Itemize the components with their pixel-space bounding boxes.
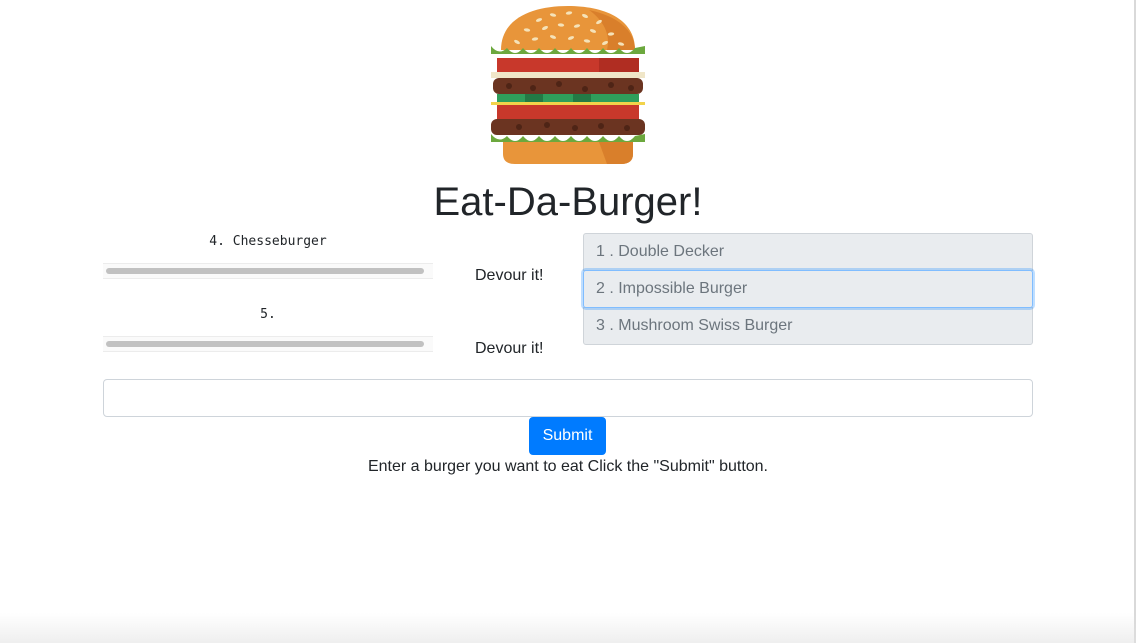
horizontal-scrollbar[interactable] — [103, 336, 433, 352]
devoured-burger-item[interactable]: 3 . Mushroom Swiss Burger — [583, 307, 1033, 345]
devoured-burgers-list: 1 . Double Decker 2 . Impossible Burger … — [583, 233, 1033, 345]
devour-button[interactable]: Devour it! — [475, 339, 543, 359]
burger-name-input[interactable] — [103, 379, 1033, 417]
hamburger-logo — [491, 6, 645, 164]
devoured-burger-item[interactable]: 1 . Double Decker — [583, 233, 1033, 271]
burger-name: 5. — [260, 307, 276, 322]
submit-button[interactable]: Submit — [529, 417, 606, 455]
burger-name: 4. Chesseburger — [209, 234, 327, 249]
window-shadow — [0, 613, 1136, 643]
uneaten-burger-item: 5. — [103, 306, 433, 352]
scrollbar-thumb[interactable] — [106, 268, 424, 274]
horizontal-scrollbar[interactable] — [103, 263, 433, 279]
scrollbar-thumb[interactable] — [106, 341, 424, 347]
page: Eat-Da-Burger! 4. Chesseburger Devour it… — [0, 0, 1136, 643]
devoured-burger-item[interactable]: 2 . Impossible Burger — [583, 270, 1033, 308]
uneaten-burger-item: 4. Chesseburger — [103, 233, 433, 279]
page-title: Eat-Da-Burger! — [433, 180, 703, 224]
devour-button[interactable]: Devour it! — [475, 266, 543, 286]
instructions-text: Enter a burger you want to eat Click the… — [367, 458, 768, 475]
